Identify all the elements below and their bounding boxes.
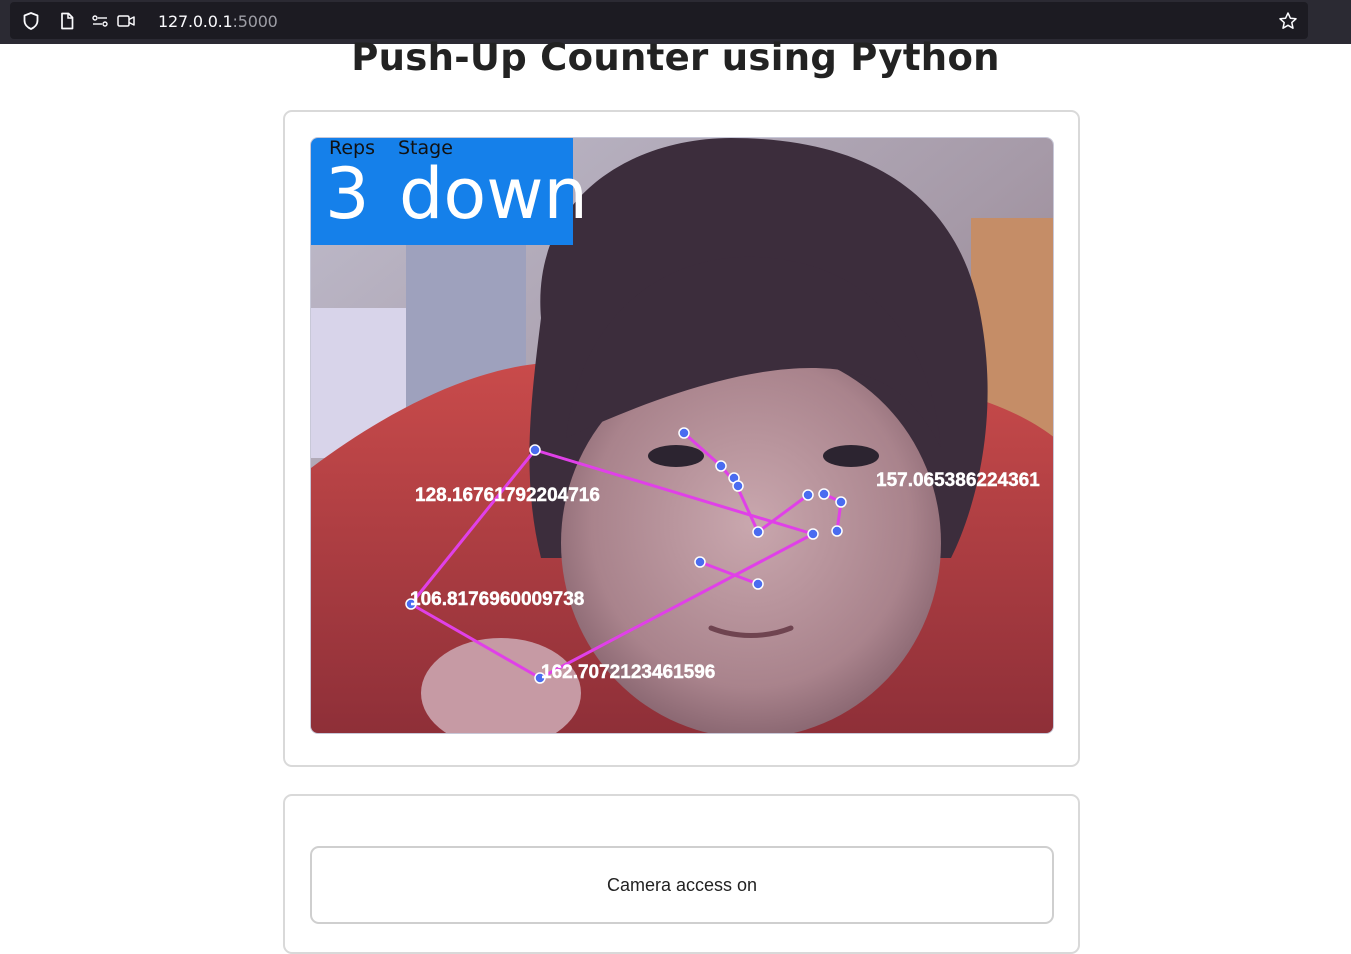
joint-point (752, 526, 764, 538)
joint-point (678, 427, 690, 439)
page-title: Push-Up Counter using Python (351, 36, 1000, 79)
subject-left-eye (648, 445, 704, 467)
webcam-feed: Reps Stage 3 down 128.16761792204716 106… (310, 137, 1054, 734)
bookmark-star-icon[interactable] (1278, 11, 1298, 31)
joint-point (807, 528, 819, 540)
joint-point (818, 488, 830, 500)
shield-icon[interactable] (21, 11, 41, 31)
joint-point (694, 556, 706, 568)
joint-point (715, 460, 727, 472)
webcam-frame-svg: Reps Stage 3 down 128.16761792204716 106… (311, 138, 1053, 733)
joint-point (752, 578, 764, 590)
page-icon[interactable] (57, 11, 77, 31)
camera-access-button[interactable]: Camera access on (310, 846, 1054, 924)
stage-value: down (399, 153, 588, 235)
joint-point (831, 525, 843, 537)
joint-point (732, 480, 744, 492)
angle-label: 106.8176960009738 (410, 589, 584, 610)
joint-point (802, 489, 814, 501)
permissions-icon[interactable] (90, 11, 110, 31)
angle-label: 162.7072123461596 (541, 662, 715, 683)
address-bar[interactable]: 127.0.0.1:5000 (10, 2, 1308, 39)
subject-right-eye (823, 445, 879, 467)
camera-indicator-icon[interactable] (116, 11, 136, 31)
url-text[interactable]: 127.0.0.1:5000 (158, 12, 278, 31)
angle-label: 157.065386224361 (876, 470, 1040, 491)
joint-point (529, 444, 541, 456)
joint-point (835, 496, 847, 508)
reps-value: 3 (325, 153, 370, 235)
angle-label: 128.16761792204716 (415, 485, 600, 506)
